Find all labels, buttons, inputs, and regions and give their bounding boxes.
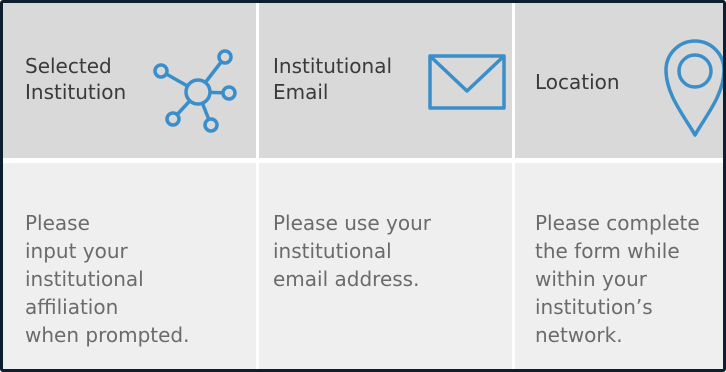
column-institutional-email: Institutional Email Please use your inst…	[259, 3, 512, 369]
map-pin-icon	[664, 39, 723, 137]
column-body: Please input your institutional affiliat…	[3, 163, 256, 369]
header-divider	[3, 158, 723, 163]
network-icon	[153, 49, 237, 133]
column-title: Selected Institution	[25, 54, 127, 104]
column-description: Please use your institutional email addr…	[273, 211, 431, 291]
column-title: Location	[535, 70, 620, 94]
column-header: Selected Institution	[3, 3, 256, 158]
requirements-panel: Selected Institution Please input your i…	[0, 0, 726, 372]
column-description: Please complete the form while within yo…	[535, 211, 700, 347]
column-title: Institutional Email	[273, 54, 393, 104]
column-header: Location	[515, 3, 723, 158]
column-body: Please complete the form while within yo…	[515, 163, 723, 369]
column-body: Please use your institutional email addr…	[259, 163, 512, 369]
envelope-icon	[428, 54, 506, 110]
column-header: Institutional Email	[259, 3, 512, 158]
column-description: Please input your institutional affiliat…	[25, 211, 190, 347]
column-selected-institution: Selected Institution Please input your i…	[3, 3, 256, 369]
column-location: Location Please complete the form while …	[515, 3, 723, 369]
